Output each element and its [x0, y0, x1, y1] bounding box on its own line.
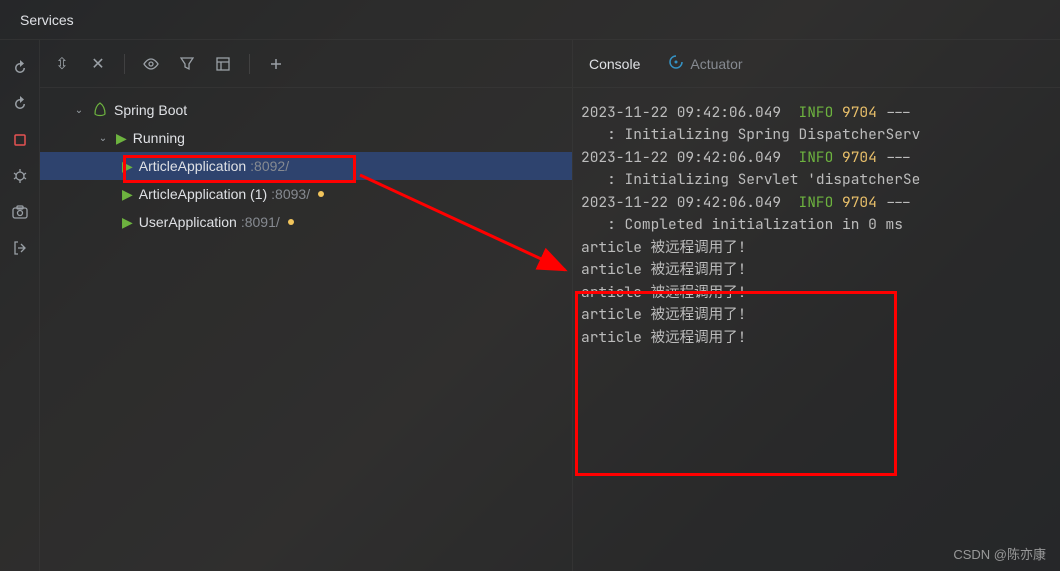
tree-root-label: Spring Boot: [114, 102, 187, 118]
tab-actuator[interactable]: Actuator: [668, 54, 742, 73]
console-tabs: Console Actuator: [573, 40, 1060, 88]
camera-icon[interactable]: [10, 202, 30, 222]
spring-boot-icon: [92, 101, 108, 120]
chevron-down-icon: ⌄: [72, 105, 86, 116]
console-panel: Console Actuator 2023-11-22 09:42:06.049…: [573, 40, 1060, 571]
play-icon: ▶: [122, 186, 133, 203]
watermark: CSDN @陈亦康: [953, 544, 1046, 563]
warning-dot-icon: [318, 191, 324, 197]
stop-icon[interactable]: [10, 130, 30, 150]
tree-group-running[interactable]: ⌄ ▶ Running: [40, 124, 572, 152]
tree-app-article-8092[interactable]: ▶ ArticleApplication :8092/: [40, 152, 572, 180]
app-port: :8093/: [271, 186, 310, 202]
app-name: ArticleApplication: [139, 158, 246, 174]
services-toolbar: ⇳ ✕: [40, 40, 572, 88]
warning-dot-icon: [288, 219, 294, 225]
rerun-alt-icon[interactable]: [10, 94, 30, 114]
play-icon: ▶: [122, 158, 133, 175]
tab-console[interactable]: Console: [589, 56, 640, 72]
tree-app-user-8091[interactable]: ▶ UserApplication :8091/: [40, 208, 572, 236]
app-name: ArticleApplication (1): [139, 186, 267, 202]
console-output[interactable]: 2023-11-22 09:42:06.049 INFO 9704 --- : …: [573, 88, 1060, 571]
eye-icon[interactable]: [141, 54, 161, 74]
services-panel: ⇳ ✕ ⌄ Spring Boot ⌄ ▶ Running ▶ ArticleA…: [40, 40, 573, 571]
run-toolbar: [0, 40, 40, 571]
debug-icon[interactable]: [10, 166, 30, 186]
actuator-icon: [668, 54, 684, 73]
filter-icon[interactable]: [177, 54, 197, 74]
layout-icon[interactable]: [213, 54, 233, 74]
tree-group-label: Running: [133, 130, 185, 146]
play-icon: ▶: [116, 130, 127, 147]
rerun-icon[interactable]: [10, 58, 30, 78]
services-tree: ⌄ Spring Boot ⌄ ▶ Running ▶ ArticleAppli…: [40, 88, 572, 571]
tree-root-spring-boot[interactable]: ⌄ Spring Boot: [40, 96, 572, 124]
add-icon[interactable]: [266, 54, 286, 74]
app-port: :8091/: [241, 214, 280, 230]
app-port: :8092/: [250, 158, 289, 174]
app-name: UserApplication: [139, 214, 237, 230]
play-icon: ▶: [122, 214, 133, 231]
tree-app-article-8093[interactable]: ▶ ArticleApplication (1) :8093/: [40, 180, 572, 208]
collapse-icon[interactable]: ✕: [88, 54, 108, 74]
header-title: Services: [20, 12, 74, 28]
expand-icon[interactable]: ⇳: [52, 54, 72, 74]
services-header: Services: [0, 0, 1060, 40]
chevron-down-icon: ⌄: [96, 133, 110, 144]
exit-icon[interactable]: [10, 238, 30, 258]
